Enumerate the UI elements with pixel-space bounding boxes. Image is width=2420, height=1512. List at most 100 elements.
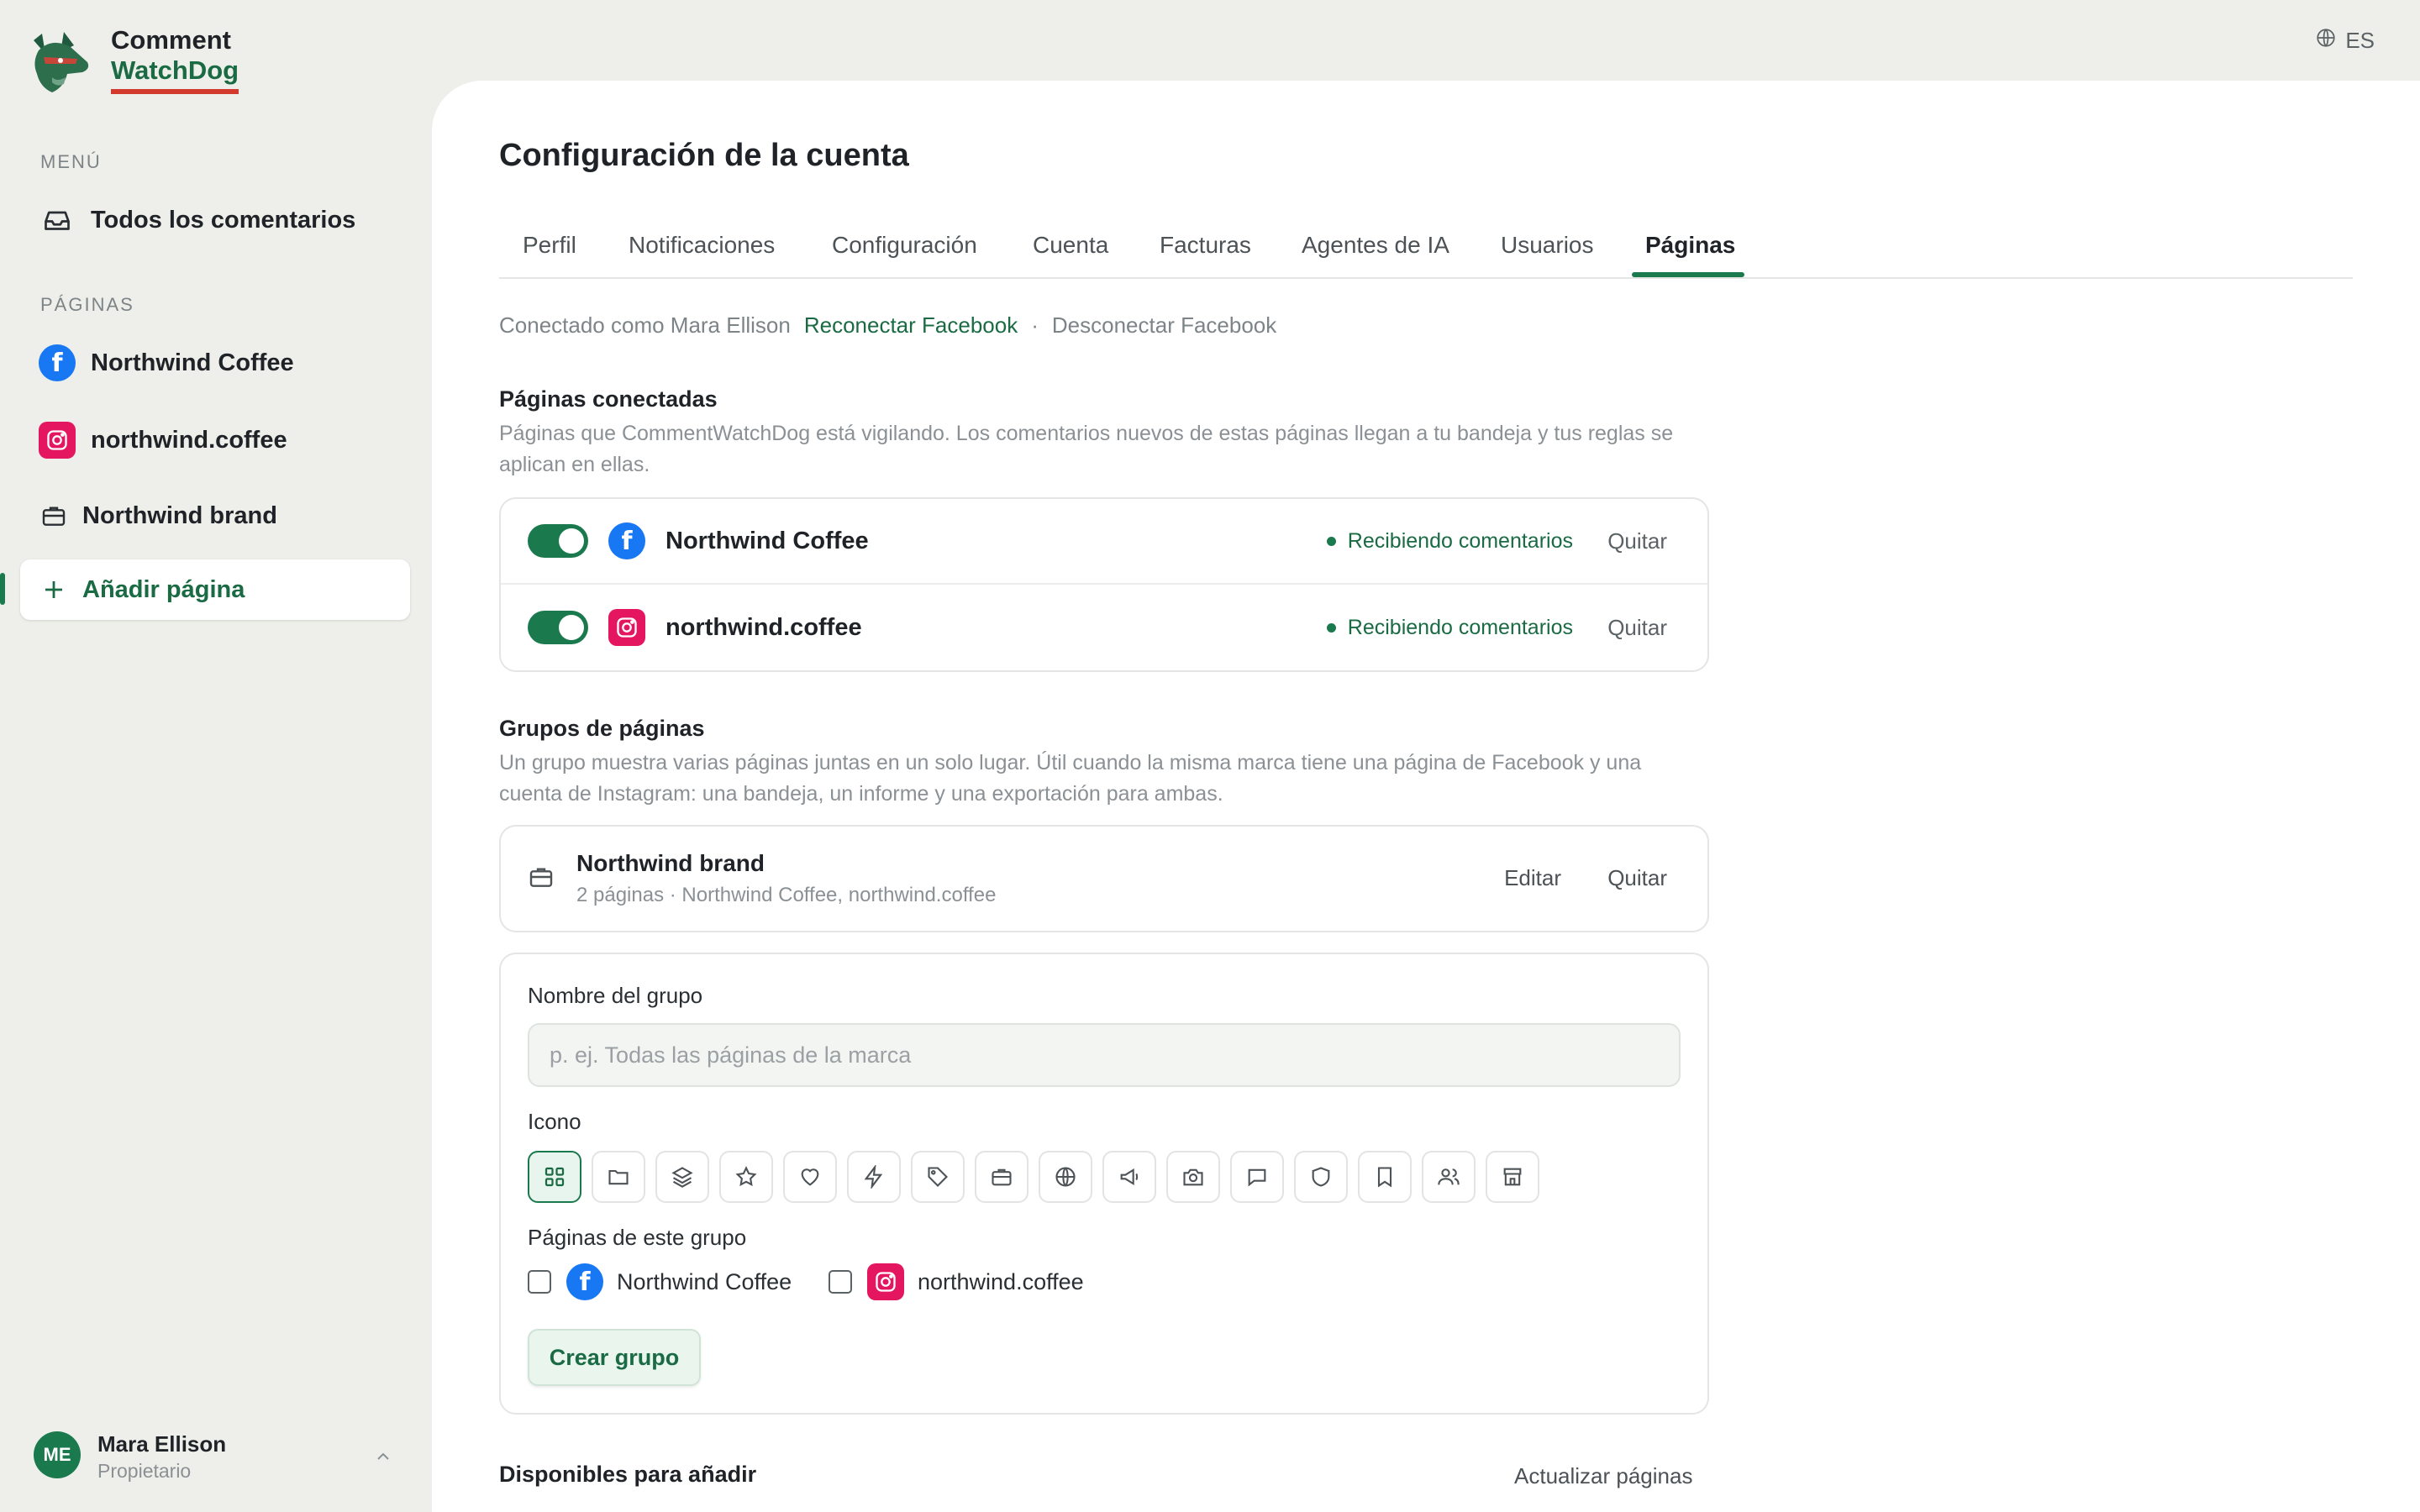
- sidebar-active-indicator: [0, 573, 5, 605]
- page-groups-title: Grupos de páginas: [499, 716, 705, 741]
- instagram-icon: [867, 1263, 904, 1300]
- reconnect-facebook-link[interactable]: Reconectar Facebook: [804, 312, 1018, 339]
- bookmark-icon[interactable]: [1358, 1151, 1412, 1203]
- instagram-icon: [608, 609, 645, 646]
- tab-usuarios[interactable]: Usuarios: [1501, 232, 1593, 259]
- active-tab-indicator: [1632, 272, 1744, 277]
- page-enabled-toggle[interactable]: [528, 524, 588, 558]
- star-icon[interactable]: [719, 1151, 773, 1203]
- sidebar-item-label: Northwind brand: [82, 501, 277, 529]
- app-logo-text: Comment WatchDog: [111, 25, 239, 94]
- connected-as-text: Conectado como Mara Ellison: [499, 312, 791, 338]
- page-title: Configuración de la cuenta: [499, 138, 909, 173]
- briefcase-icon[interactable]: [975, 1151, 1028, 1203]
- tab-paginas[interactable]: Páginas: [1645, 232, 1735, 259]
- chat-icon[interactable]: [1230, 1151, 1284, 1203]
- page-enabled-toggle[interactable]: [528, 611, 588, 644]
- store-icon[interactable]: [1486, 1151, 1539, 1203]
- grid-icon[interactable]: [528, 1151, 581, 1203]
- sidebar-item-northwind-brand[interactable]: Northwind brand: [20, 486, 410, 546]
- status-badge: Recibiendo comentarios: [1326, 616, 1573, 640]
- menu-heading: MENÚ: [40, 151, 102, 172]
- tab-configuracion[interactable]: Configuración: [832, 232, 977, 259]
- remove-group-button[interactable]: Quitar: [1607, 865, 1667, 891]
- inbox-icon: [39, 202, 76, 239]
- connected-pages-card: f Northwind Coffee Recibiendo comentario…: [499, 497, 1709, 672]
- users-icon[interactable]: [1422, 1151, 1476, 1203]
- page-option-label: Northwind Coffee: [617, 1268, 792, 1294]
- remove-page-button[interactable]: Quitar: [1607, 528, 1667, 554]
- shield-icon[interactable]: [1294, 1151, 1348, 1203]
- group-card: Northwind brand 2 páginas · Northwind Co…: [499, 825, 1709, 932]
- facebook-icon-wrap: f: [39, 344, 76, 381]
- language-selector[interactable]: ES: [2315, 27, 2375, 55]
- page-option-fb[interactable]: f Northwind Coffee: [528, 1263, 792, 1300]
- layers-icon[interactable]: [655, 1151, 709, 1203]
- edit-group-button[interactable]: Editar: [1504, 865, 1561, 891]
- app-name-line1: Comment: [111, 25, 231, 55]
- status-badge: Recibiendo comentarios: [1326, 528, 1573, 554]
- sidebar-item-label: Todos los comentarios: [91, 206, 356, 234]
- pages-heading: PÁGINAS: [40, 294, 134, 315]
- camera-icon[interactable]: [1166, 1151, 1220, 1203]
- connected-pages-title: Páginas conectadas: [499, 386, 718, 412]
- icon-label: Icono: [528, 1109, 581, 1134]
- tab-notificaciones[interactable]: Notificaciones: [629, 232, 775, 259]
- connected-page-row: northwind.coffee Recibiendo comentarios …: [501, 585, 1707, 670]
- page-option-label: northwind.coffee: [918, 1268, 1084, 1294]
- logo-dog-icon: [27, 29, 94, 96]
- tab-agentes-ia[interactable]: Agentes de IA: [1302, 232, 1449, 259]
- sidebar-item-label: Northwind Coffee: [91, 349, 294, 376]
- status-dot-icon: [1326, 536, 1336, 546]
- app-name-line2: WatchDog: [111, 55, 239, 94]
- settings-tabs: Perfil Notificaciones Configuración Cuen…: [499, 227, 2353, 279]
- tag-icon[interactable]: [911, 1151, 965, 1203]
- sidebar-item-all-comments[interactable]: Todos los comentarios: [20, 190, 410, 250]
- globe-icon: [2315, 27, 2337, 55]
- language-code: ES: [2345, 28, 2375, 53]
- heart-icon[interactable]: [783, 1151, 837, 1203]
- connected-page-name: Northwind Coffee: [666, 527, 869, 554]
- remove-page-button[interactable]: Quitar: [1607, 615, 1667, 641]
- facebook-icon: f: [608, 522, 645, 559]
- status-text: Recibiendo comentarios: [1347, 528, 1573, 553]
- user-role: Propietario: [97, 1460, 192, 1482]
- sidebar-item-label: northwind.coffee: [91, 426, 287, 454]
- bolt-icon[interactable]: [847, 1151, 901, 1203]
- group-meta: 2 páginas · Northwind Coffee, northwind.…: [576, 884, 997, 906]
- page-checkbox[interactable]: [528, 1270, 551, 1294]
- page-checkbox[interactable]: [829, 1270, 852, 1294]
- status-dot-icon: [1326, 622, 1336, 633]
- page-option-ig[interactable]: northwind.coffee: [829, 1263, 1084, 1300]
- user-name: Mara Ellison: [97, 1431, 227, 1457]
- facebook-icon: f: [39, 344, 76, 381]
- group-name: Northwind brand: [576, 850, 765, 876]
- refresh-pages-button[interactable]: Actualizar páginas: [1514, 1463, 1692, 1489]
- folder-icon[interactable]: [592, 1151, 645, 1203]
- facebook-icon: f: [566, 1263, 603, 1300]
- sidebar-item-northwind-coffee-ig[interactable]: northwind.coffee: [20, 410, 410, 470]
- plus-icon: [39, 571, 69, 608]
- connected-pages-description: Páginas que CommentWatchDog está vigilan…: [499, 422, 1674, 476]
- globe-icon[interactable]: [1039, 1151, 1092, 1203]
- briefcase-icon: [39, 497, 69, 534]
- instagram-icon-wrap: [39, 422, 76, 459]
- tab-perfil[interactable]: Perfil: [523, 232, 576, 259]
- chevron-up-icon[interactable]: [373, 1446, 393, 1471]
- instagram-icon: [39, 422, 76, 459]
- disconnect-facebook-link[interactable]: Desconectar Facebook: [1052, 312, 1276, 339]
- connection-info: Conectado como Mara Ellison Reconectar F…: [499, 312, 1276, 339]
- briefcase-icon: [528, 864, 555, 895]
- group-name-input[interactable]: p. ej. Todas las páginas de la marca: [528, 1023, 1681, 1087]
- create-group-button[interactable]: Crear grupo: [528, 1329, 701, 1386]
- avatar[interactable]: ME: [34, 1431, 81, 1478]
- pages-in-group-label: Páginas de este grupo: [528, 1225, 747, 1250]
- group-name-label: Nombre del grupo: [528, 983, 703, 1008]
- sidebar-item-northwind-coffee-fb[interactable]: f Northwind Coffee: [20, 333, 410, 393]
- add-page-button[interactable]: Añadir página: [20, 559, 410, 620]
- megaphone-icon[interactable]: [1102, 1151, 1156, 1203]
- tab-cuenta[interactable]: Cuenta: [1033, 232, 1108, 259]
- separator-dot: ·: [1031, 312, 1039, 338]
- tab-facturas[interactable]: Facturas: [1160, 232, 1251, 259]
- connected-page-name: northwind.coffee: [666, 613, 862, 641]
